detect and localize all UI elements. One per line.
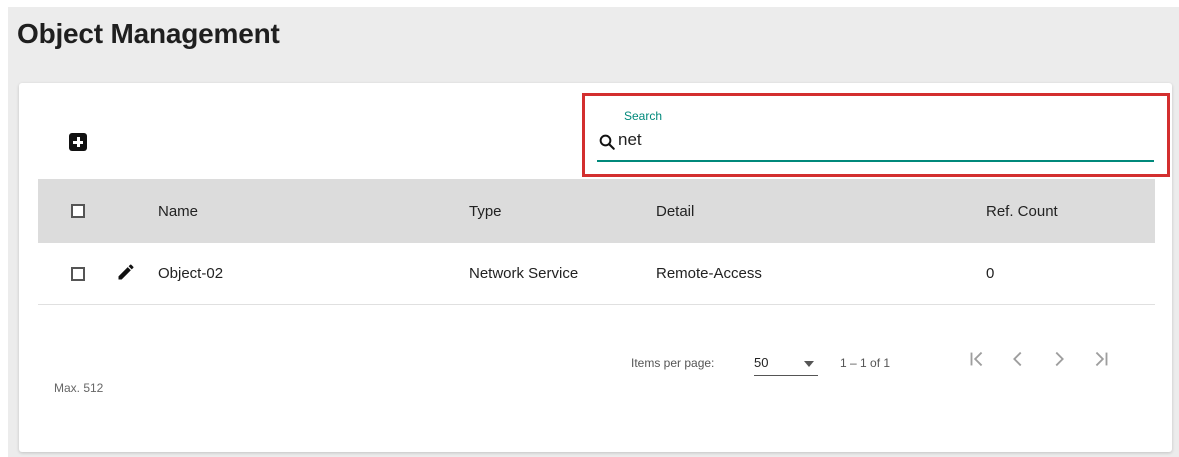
add-object-button[interactable] <box>69 133 87 151</box>
next-page-icon[interactable] <box>1048 348 1070 370</box>
column-header-ref-count[interactable]: Ref. Count <box>986 203 1058 220</box>
select-all-checkbox[interactable] <box>71 204 85 218</box>
row-ref-count: 0 <box>986 265 995 282</box>
column-header-name[interactable]: Name <box>158 203 198 220</box>
row-name: Object-02 <box>158 265 224 282</box>
search-icon <box>599 134 615 150</box>
row-type: Network Service <box>469 265 579 282</box>
dropdown-caret-icon <box>804 361 814 367</box>
table-header: Name Type Detail Ref. Count <box>38 179 1155 243</box>
column-header-type[interactable]: Type <box>469 203 502 220</box>
search-input[interactable] <box>618 127 1148 153</box>
row-detail: Remote-Access <box>656 265 762 282</box>
page-range-label: 1 – 1 of 1 <box>840 356 891 370</box>
edit-pencil-icon[interactable] <box>116 262 136 282</box>
row-checkbox[interactable] <box>71 267 85 281</box>
table-row[interactable]: Object-02 Network Service Remote-Access … <box>38 243 1155 305</box>
max-count-label: Max. 512 <box>54 381 104 395</box>
column-header-detail[interactable]: Detail <box>656 203 694 220</box>
page-size-select[interactable]: 50 <box>754 351 818 376</box>
items-per-page-label: Items per page: <box>631 356 715 370</box>
object-table-card: Search Name Type Detail Ref. Count Objec… <box>19 83 1172 452</box>
previous-page-icon[interactable] <box>1007 348 1029 370</box>
search-underline <box>597 160 1154 162</box>
page-size-value: 50 <box>754 355 769 370</box>
page-title: Object Management <box>17 18 280 49</box>
last-page-icon[interactable] <box>1090 348 1112 370</box>
first-page-icon[interactable] <box>966 348 988 370</box>
search-label: Search <box>624 109 663 123</box>
